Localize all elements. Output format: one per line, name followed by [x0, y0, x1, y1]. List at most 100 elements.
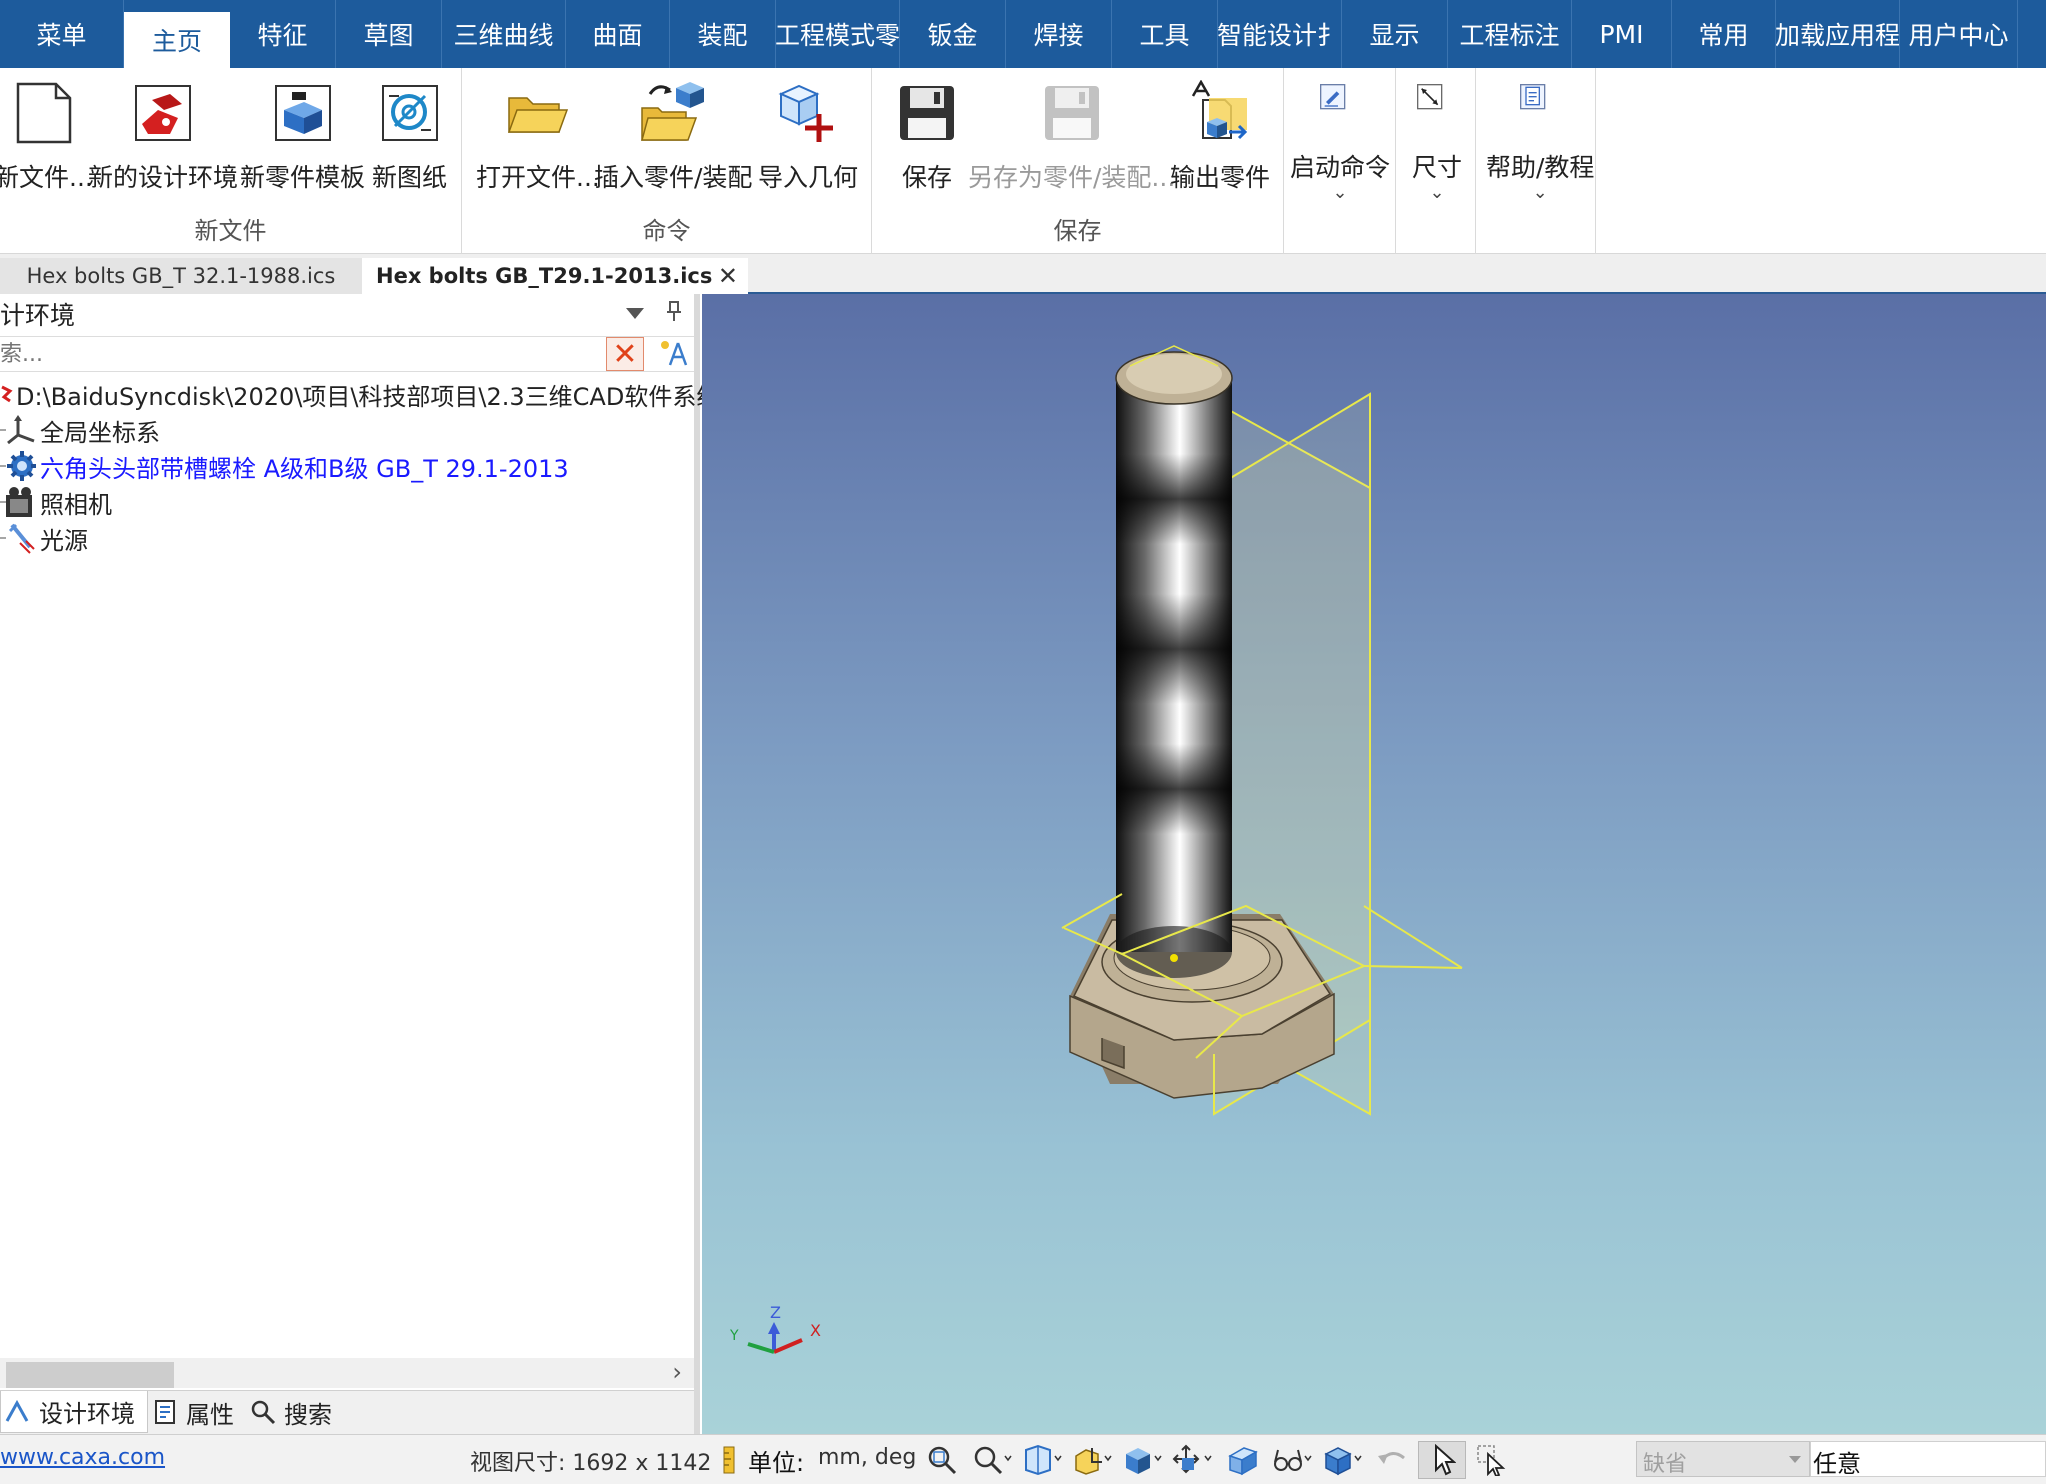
tree-search-input[interactable]	[0, 337, 600, 371]
pin-icon[interactable]	[666, 300, 682, 328]
panel-menu-dropdown-icon[interactable]	[626, 308, 644, 319]
tree-item-camera[interactable]: 照相机	[0, 484, 694, 520]
open-folder-icon	[507, 97, 568, 133]
menu-tab-user-center[interactable]: 用户中心	[1900, 0, 2018, 68]
ribbon-group-launch: 启动命令 ⌄	[1284, 68, 1396, 254]
new-part-template-icon	[274, 85, 331, 141]
menu-tab-assembly[interactable]: 装配	[670, 0, 776, 68]
chevron-down-icon: ⌄	[1429, 182, 1445, 203]
ribbon-group-help: 帮助/教程 ⌄	[1476, 68, 1596, 254]
save-button[interactable]: 保存	[894, 74, 960, 194]
section-plane-button[interactable]	[1218, 1441, 1266, 1479]
menu-tab-pmi[interactable]: PMI	[1572, 0, 1672, 68]
menu-tab-load-apps[interactable]: 加载应用程	[1776, 0, 1900, 68]
bolt-shaft[interactable]	[1115, 345, 1233, 978]
tree-item-root[interactable]: D:\BaiduSyncdisk\2020\项目\科技部项目\2.3三维CAD软…	[0, 376, 720, 412]
ribbon-group-commands: 打开文件... 插入零件/装配 导入几何 命令	[462, 68, 872, 254]
select-tool-button[interactable]	[1418, 1441, 1466, 1479]
open-file-button[interactable]: 打开文件...	[476, 74, 600, 194]
standard-view-button[interactable]	[1318, 1441, 1366, 1479]
menu-tab-display[interactable]: 显示	[1342, 0, 1448, 68]
new-design-environment-button[interactable]: 新的设计环境	[88, 74, 238, 194]
scrollbar-thumb[interactable]	[6, 1362, 174, 1388]
menu-tab-features[interactable]: 特征	[230, 0, 336, 68]
render-mode-button[interactable]	[1118, 1441, 1166, 1479]
menu-tab-sketch[interactable]: 草图	[336, 0, 442, 68]
origin-point[interactable]	[1170, 954, 1178, 962]
menu-tab-sheet-metal[interactable]: 钣金	[900, 0, 1006, 68]
tree-item-global-coordinate-system[interactable]: 全局坐标系	[0, 412, 694, 448]
menu-tab-welding[interactable]: 焊接	[1006, 0, 1112, 68]
horizontal-scrollbar[interactable]: ›	[0, 1358, 694, 1388]
menu-tab-tools[interactable]: 工具	[1112, 0, 1218, 68]
menu-tab-3d-curve[interactable]: 三维曲线	[442, 0, 566, 68]
pan-view-button[interactable]	[1168, 1441, 1216, 1479]
new-file-button[interactable]: 新文件...	[0, 74, 93, 194]
tree-item-light-source[interactable]: 光源	[0, 520, 694, 556]
document-tab-hex-bolts-2013[interactable]: Hex bolts GB_T29.1-2013.ics ✕	[362, 258, 748, 294]
ribbon-group-label-save: 保存	[1053, 217, 1102, 245]
ribbon-group-save: 保存 另存为零件/装配... 输出零件 保存	[872, 68, 1284, 254]
tab-properties[interactable]: 属性	[148, 1391, 246, 1433]
zoom-icon	[974, 1446, 1012, 1475]
design-environment-panel: 计环境 ✕ D:\BaiduSyncdisk\2020\项目\科技部项目\2.3…	[0, 294, 720, 1434]
document-tab-hex-bolts-1988[interactable]: Hex bolts GB_T 32.1-1988.ics	[0, 258, 362, 294]
undo-view-icon	[1378, 1452, 1405, 1464]
undo-view-button[interactable]	[1368, 1441, 1416, 1479]
caxa-website-link[interactable]: www.caxa.com	[0, 1445, 165, 1470]
tree-item-hex-bolt-part[interactable]: 六角头头部带槽螺栓 A级和B级 GB_T 29.1-2013	[0, 448, 694, 484]
ribbon-group-label-commands: 命令	[642, 217, 691, 245]
view-orientation-icon	[1025, 1444, 1062, 1476]
search-filter-icon[interactable]	[656, 339, 690, 369]
section-view-icon	[1075, 1448, 1112, 1475]
export-part-button[interactable]: 输出零件	[1170, 74, 1270, 194]
zoom-fit-button[interactable]	[918, 1441, 966, 1479]
menu-tab-engineering-mode[interactable]: 工程模式零	[776, 0, 900, 68]
menu-tab-home[interactable]: 主页	[124, 0, 230, 68]
zoom-button[interactable]	[968, 1441, 1016, 1479]
selection-filter-field[interactable]: 任意	[1810, 1441, 2046, 1478]
display-options-button[interactable]	[1268, 1441, 1316, 1479]
chevron-down-icon: ⌄	[1532, 182, 1548, 203]
scroll-right-icon[interactable]: ›	[672, 1358, 682, 1386]
select-filter-pointer-button[interactable]	[1468, 1441, 1516, 1479]
chevron-down-icon	[1789, 1456, 1801, 1463]
menu-tab-smart-design[interactable]: 智能设计扌	[1218, 0, 1342, 68]
menu-tab-annotation[interactable]: 工程标注	[1448, 0, 1572, 68]
close-tab-icon[interactable]: ✕	[718, 262, 738, 290]
menu-tab-menu[interactable]: 菜单	[0, 0, 124, 68]
view-orientation-button[interactable]	[1018, 1441, 1066, 1479]
search-icon	[251, 1400, 276, 1425]
section-plane-icon	[1228, 1447, 1258, 1476]
ruler-icon	[723, 1446, 735, 1474]
new-drawing-button[interactable]: 新图纸	[372, 74, 447, 194]
ribbon-group-dimension: 尺寸 ⌄	[1396, 68, 1476, 254]
help-tutorial-button[interactable]: 帮助/教程 ⌄	[1486, 74, 1594, 203]
export-part-icon	[1191, 80, 1248, 140]
panel-title: 计环境	[0, 301, 76, 330]
menu-tab-surface[interactable]: 曲面	[566, 0, 670, 68]
tab-search[interactable]: 搜索	[246, 1391, 344, 1433]
selection-mode-dropdown[interactable]: 缺省	[1636, 1441, 1810, 1477]
menu-bar: 菜单 主页 特征 草图 三维曲线 曲面 装配 工程模式零 钣金 焊接 工具 智能…	[0, 0, 2046, 68]
view-size-readout: 视图尺寸: 1692 x 1142	[470, 1451, 712, 1476]
3d-viewport[interactable]: Z X Y	[702, 294, 2046, 1434]
insert-part-button[interactable]: 插入零件/装配	[594, 74, 752, 194]
save-as-button[interactable]: 另存为零件/装配...	[968, 74, 1175, 194]
ribbon-group-label-new-file: 新文件	[194, 217, 267, 245]
dimension-button[interactable]: 尺寸 ⌄	[1412, 74, 1462, 203]
tab-design-environment[interactable]: 设计环境	[0, 1391, 148, 1433]
panel-bottom-tabs: 设计环境 属性 搜索	[0, 1390, 694, 1434]
section-view-button[interactable]	[1068, 1441, 1116, 1479]
import-geometry-button[interactable]: 导入几何	[758, 74, 858, 194]
ribbon-group-new-file: 新文件... 新的设计环境 新零件模板 新图纸 新文件	[0, 68, 462, 254]
axis-label-x: X	[810, 1321, 821, 1340]
new-part-template-button[interactable]: 新零件模板	[240, 74, 365, 194]
clear-search-icon[interactable]: ✕	[606, 337, 644, 372]
unit-value[interactable]: mm, deg	[818, 1445, 916, 1470]
menu-tab-common[interactable]: 常用	[1672, 0, 1776, 68]
properties-icon	[155, 1400, 175, 1424]
launch-command-button[interactable]: 启动命令 ⌄	[1290, 74, 1390, 203]
status-bar: www.caxa.com 视图尺寸: 1692 x 1142 单位: mm, d…	[0, 1434, 2046, 1484]
axis-triad: Z X Y	[729, 1303, 821, 1354]
